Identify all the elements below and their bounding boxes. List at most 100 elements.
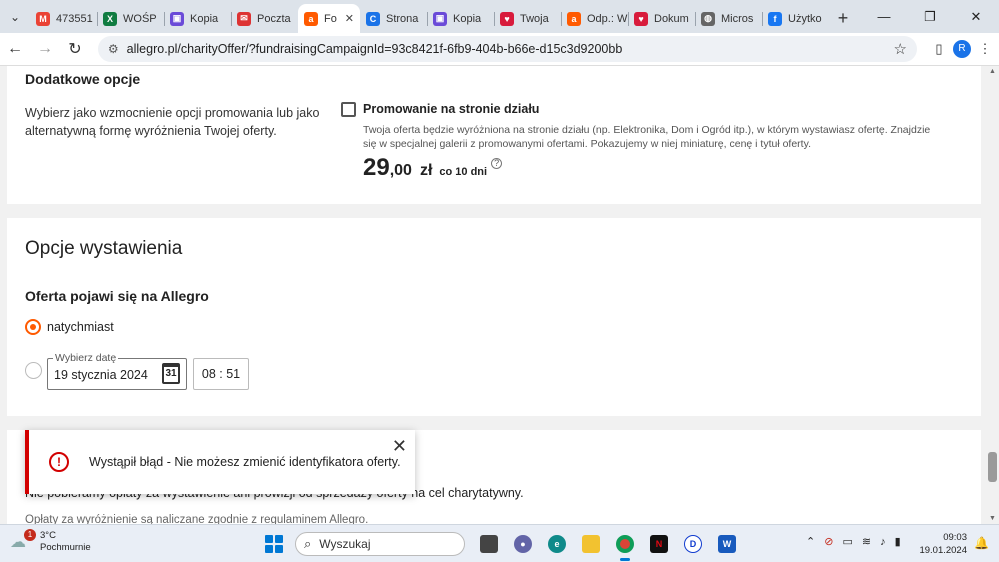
weather-widget[interactable]: ☁ 1 3°C Pochmurnie bbox=[10, 529, 91, 554]
restore-button[interactable]: ❐ bbox=[907, 9, 953, 25]
promo-label[interactable]: Promowanie na stronie działu bbox=[363, 102, 539, 116]
bookmark-star-icon[interactable]: ☆ bbox=[894, 40, 907, 58]
tab-title: Fo bbox=[324, 12, 337, 25]
weather-temperature: 3°C bbox=[40, 530, 56, 541]
price-integer: 29 bbox=[363, 154, 390, 181]
date-value[interactable]: 19 stycznia 2024 bbox=[54, 368, 148, 382]
browser-tab[interactable]: a Odp.: W bbox=[561, 4, 628, 33]
side-panel-icon[interactable]: ▯ bbox=[925, 41, 953, 57]
search-icon: ⌕ bbox=[304, 536, 312, 551]
radio-now-label[interactable]: natychmiast bbox=[47, 320, 114, 334]
tab-title: Micros bbox=[721, 12, 754, 25]
taskbar-clock[interactable]: 09:03 19.01.2024 bbox=[917, 531, 967, 557]
browser-tab[interactable]: X WOŚP bbox=[97, 4, 164, 33]
scroll-up-icon[interactable]: ▲ bbox=[989, 68, 996, 75]
new-tab-button[interactable]: + bbox=[829, 4, 857, 33]
word-icon[interactable]: W bbox=[710, 532, 744, 556]
date-field-label: Wybierz datę bbox=[53, 352, 119, 364]
browser-tab[interactable]: ♥ Dokum bbox=[628, 4, 695, 33]
fee-rules-text: Opłaty za wyróżnienie są naliczane zgodn… bbox=[25, 514, 369, 524]
tab-title: Użytko bbox=[788, 12, 822, 25]
tab-close-icon[interactable]: ✕ bbox=[345, 12, 354, 25]
wifi-icon[interactable]: ≋ bbox=[862, 535, 871, 548]
scroll-down-icon[interactable]: ▼ bbox=[989, 515, 996, 522]
netflix-icon[interactable]: N bbox=[642, 532, 676, 556]
task-view-icon[interactable] bbox=[472, 532, 506, 556]
tab-title: Kopia bbox=[453, 12, 482, 25]
chevron-down-icon: ⌄ bbox=[9, 9, 21, 24]
radio-now[interactable] bbox=[25, 319, 41, 335]
heart-icon: ♥ bbox=[500, 11, 514, 26]
browser-tab[interactable]: a Fo ✕ bbox=[298, 4, 360, 33]
plus-icon: + bbox=[837, 8, 849, 28]
additional-options-card: Dodatkowe opcje Wybierz jako wzmocnienie… bbox=[7, 66, 981, 204]
volume-icon[interactable]: ♪ bbox=[880, 536, 886, 548]
tab-title: Odp.: W bbox=[587, 12, 628, 25]
promo-checkbox[interactable] bbox=[341, 102, 356, 117]
notification-bell-icon[interactable]: 🔔 bbox=[974, 536, 989, 550]
back-button[interactable]: ← bbox=[0, 40, 30, 58]
options-description: Wybierz jako wzmocnienie opcji promowani… bbox=[25, 106, 320, 138]
browser-tab[interactable]: ✉ Poczta bbox=[231, 4, 298, 33]
menu-kebab-icon[interactable]: ⋮ bbox=[971, 41, 999, 57]
chevron-up-icon[interactable]: ⌃ bbox=[806, 535, 815, 548]
tab-title: Kopia bbox=[190, 12, 219, 25]
system-tray: ⌃ ⊘ ▭ ≋ ♪ ▮ bbox=[806, 535, 901, 549]
calendar-icon[interactable]: 31 bbox=[162, 363, 180, 384]
browser-tab[interactable]: ▣ Kopia bbox=[164, 4, 231, 33]
browser-tab[interactable]: ◍ Micros bbox=[695, 4, 762, 33]
site-settings-icon[interactable]: ⚙ bbox=[108, 42, 119, 56]
radio-schedule[interactable] bbox=[25, 362, 42, 379]
browser-tab[interactable]: ♥ Twoja bbox=[494, 4, 561, 33]
browser-tab[interactable]: ▣ Kopia bbox=[427, 4, 494, 33]
time-field[interactable]: 08 : 51 bbox=[193, 358, 249, 390]
date-picker-field[interactable]: Wybierz datę 19 stycznia 2024 31 bbox=[47, 352, 187, 390]
browser-toolbar: ← → ↻ ⚙ allegro.pl/charityOffer/?fundrai… bbox=[0, 33, 999, 66]
page-scrollbar[interactable]: ▲ ▼ bbox=[986, 66, 999, 524]
price-currency: zł bbox=[419, 162, 433, 179]
scrollbar-thumb[interactable] bbox=[988, 452, 997, 482]
error-icon: ! bbox=[49, 452, 69, 472]
tab-title: Dokum bbox=[654, 12, 689, 25]
display-icon[interactable]: ▭ bbox=[842, 535, 852, 548]
tab-strip: M 473551 X WOŚP ▣ Kopia ✉ Poczta a Fo ✕ C Strona ▣ Kop… bbox=[30, 4, 829, 33]
close-window-button[interactable]: ✕ bbox=[953, 9, 999, 25]
clock-date: 19.01.2024 bbox=[919, 545, 967, 556]
price-decimal: ,00 bbox=[389, 162, 412, 179]
listing-options-card: Opcje wystawienia Oferta pojawi się na A… bbox=[7, 218, 981, 416]
window-controls: — ❐ ✕ bbox=[861, 0, 999, 33]
browser-tab[interactable]: C Strona bbox=[360, 4, 427, 33]
profile-avatar[interactable]: R bbox=[953, 40, 971, 58]
antivirus-icon[interactable]: ⊘ bbox=[824, 535, 833, 548]
circle-icon: C bbox=[366, 11, 380, 26]
minimize-button[interactable]: — bbox=[861, 9, 907, 24]
listing-subtitle: Oferta pojawi się na Allegro bbox=[25, 288, 209, 304]
section-title: Dodatkowe opcje bbox=[25, 71, 141, 87]
help-icon[interactable]: ? bbox=[491, 157, 503, 169]
start-button[interactable] bbox=[265, 535, 283, 553]
address-bar[interactable]: ⚙ allegro.pl/charityOffer/?fundraisingCa… bbox=[97, 36, 917, 62]
excel-icon: X bbox=[103, 11, 117, 26]
cloud-icon: ☁ 1 bbox=[10, 529, 36, 552]
file-explorer-icon[interactable] bbox=[574, 532, 608, 556]
chrome-icon[interactable] bbox=[608, 532, 642, 561]
url-text[interactable]: allegro.pl/charityOffer/?fundraisingCamp… bbox=[127, 42, 894, 56]
taskbar-search[interactable]: ⌕ Wyszukaj bbox=[295, 532, 465, 556]
clock-time: 09:03 bbox=[943, 532, 967, 543]
close-icon[interactable]: ✕ bbox=[392, 436, 407, 457]
chat-icon[interactable]: ● bbox=[506, 532, 540, 556]
disney-icon[interactable]: D bbox=[676, 532, 710, 556]
mail-icon: ✉ bbox=[237, 11, 251, 26]
browser-tab[interactable]: f Użytko bbox=[762, 4, 829, 33]
battery-icon[interactable]: ▮ bbox=[895, 535, 901, 548]
browser-tab[interactable]: M 473551 bbox=[30, 4, 97, 33]
error-toast: ! Wystąpił błąd - Nie możesz zmienić ide… bbox=[25, 430, 415, 494]
weather-condition: Pochmurnie bbox=[40, 542, 91, 553]
edge-icon[interactable]: e bbox=[540, 532, 574, 556]
price-period: co 10 dni bbox=[439, 166, 488, 178]
reload-button[interactable]: ↻ bbox=[60, 39, 90, 59]
gmail-icon: M bbox=[36, 11, 50, 26]
forward-button[interactable]: → bbox=[30, 40, 60, 58]
globe-icon: ◍ bbox=[701, 11, 715, 26]
tab-search-dropdown[interactable]: ⌄ bbox=[0, 0, 30, 33]
